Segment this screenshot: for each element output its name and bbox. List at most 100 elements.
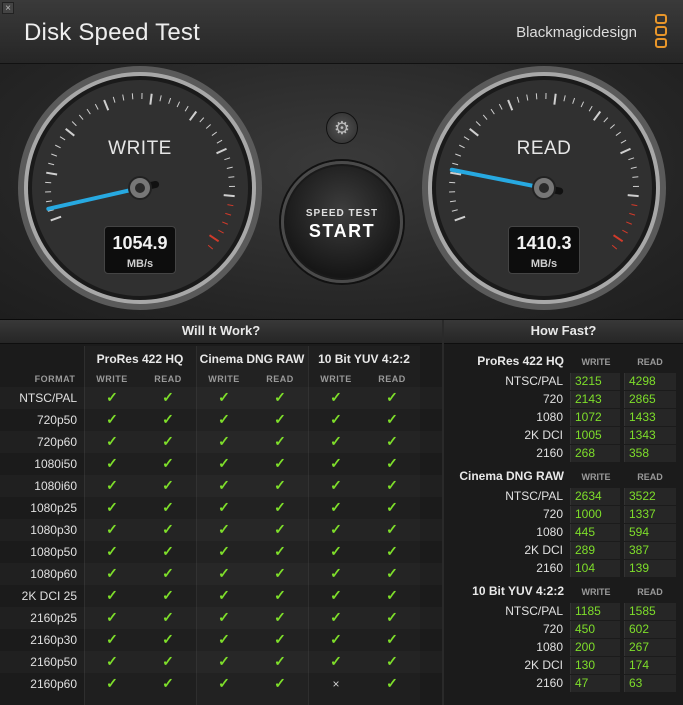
how-fast-row: NTSC/PAL 1185 1585 bbox=[444, 602, 683, 620]
supported-check-icon: ✓ bbox=[386, 587, 398, 603]
how-fast-row: NTSC/PAL 3215 4298 bbox=[444, 372, 683, 390]
how-fast-group-name: ProRes 422 HQ bbox=[477, 354, 564, 368]
supported-check-icon: ✓ bbox=[162, 499, 174, 515]
supported-check-icon: ✓ bbox=[106, 433, 118, 449]
brand-logo-icon bbox=[655, 14, 669, 52]
supported-check-icon: ✓ bbox=[274, 631, 286, 647]
write-fps-value: 3215 bbox=[570, 373, 620, 390]
supported-check-icon: ✓ bbox=[106, 499, 118, 515]
supported-check-icon: ✓ bbox=[386, 521, 398, 537]
write-column-header: WRITE bbox=[96, 374, 128, 384]
supported-check-icon: ✓ bbox=[106, 675, 118, 691]
resolution-label: 2K DCI bbox=[524, 543, 563, 557]
how-fast-write-header: WRITE bbox=[581, 357, 611, 367]
supported-check-icon: ✓ bbox=[274, 477, 286, 493]
read-fps-value: 1337 bbox=[624, 506, 676, 523]
supported-check-icon: ✓ bbox=[106, 543, 118, 559]
supported-check-icon: ✓ bbox=[330, 587, 342, 603]
gauge-tick bbox=[632, 176, 639, 178]
resolution-label: 1080 bbox=[536, 525, 563, 539]
supported-check-icon: ✓ bbox=[162, 587, 174, 603]
close-button[interactable]: × bbox=[2, 2, 14, 14]
read-column-header: READ bbox=[378, 374, 406, 384]
table-row: 2160p30 ✓ ✓ ✓ ✓ ✓ ✓ bbox=[0, 629, 442, 651]
write-fps-value: 2143 bbox=[570, 391, 620, 408]
supported-check-icon: ✓ bbox=[274, 411, 286, 427]
resolution-label: NTSC/PAL bbox=[505, 374, 563, 388]
read-fps-value: 1433 bbox=[624, 409, 676, 426]
supported-check-icon: ✓ bbox=[218, 477, 230, 493]
gear-icon: ⚙ bbox=[333, 118, 351, 138]
title-bar: × Disk Speed Test Blackmagicdesign bbox=[0, 0, 683, 64]
supported-check-icon: ✓ bbox=[386, 609, 398, 625]
how-fast-group-name: 10 Bit YUV 4:2:2 bbox=[472, 584, 564, 598]
supported-check-icon: ✓ bbox=[330, 411, 342, 427]
supported-check-icon: ✓ bbox=[218, 543, 230, 559]
supported-check-icon: ✓ bbox=[218, 587, 230, 603]
start-button[interactable]: SPEED TEST START bbox=[281, 161, 403, 283]
how-fast-row: 720 1000 1337 bbox=[444, 505, 683, 523]
supported-check-icon: ✓ bbox=[386, 499, 398, 515]
how-fast-row: 1080 445 594 bbox=[444, 523, 683, 541]
format-group-name: Cinema DNG RAW bbox=[199, 352, 305, 366]
supported-check-icon: ✓ bbox=[274, 653, 286, 669]
how-fast-read-header: READ bbox=[637, 472, 663, 482]
supported-check-icon: ✓ bbox=[218, 455, 230, 471]
supported-check-icon: ✓ bbox=[162, 521, 174, 537]
supported-check-icon: ✓ bbox=[330, 565, 342, 581]
read-fps-value: 267 bbox=[624, 639, 676, 656]
how-fast-row: 2K DCI 1005 1343 bbox=[444, 426, 683, 444]
format-name: 2160p30 bbox=[30, 633, 77, 647]
read-speed-value: 1410.3 bbox=[516, 233, 572, 253]
format-name: 1080p50 bbox=[30, 545, 77, 559]
write-fps-value: 47 bbox=[570, 675, 620, 692]
write-gauge: WRITE 1054.9 MB/s bbox=[12, 64, 268, 320]
supported-check-icon: ✓ bbox=[330, 543, 342, 559]
supported-check-icon: ✓ bbox=[330, 477, 342, 493]
supported-check-icon: ✓ bbox=[162, 543, 174, 559]
settings-button[interactable]: ⚙ bbox=[326, 112, 358, 144]
supported-check-icon: ✓ bbox=[106, 521, 118, 537]
read-gauge: READ 1410.3 MB/s bbox=[416, 64, 672, 320]
supported-check-icon: ✓ bbox=[218, 499, 230, 515]
read-fps-value: 1343 bbox=[624, 427, 676, 444]
table-row: 2160p50 ✓ ✓ ✓ ✓ ✓ ✓ bbox=[0, 651, 442, 673]
how-fast-row: 2160 268 358 bbox=[444, 444, 683, 462]
format-name: 1080i50 bbox=[34, 457, 77, 471]
write-gauge-dial bbox=[18, 66, 262, 310]
supported-check-icon: ✓ bbox=[106, 411, 118, 427]
how-fast-row: NTSC/PAL 2634 3522 bbox=[444, 487, 683, 505]
supported-check-icon: ✓ bbox=[162, 477, 174, 493]
read-column-header: READ bbox=[266, 374, 294, 384]
write-column-header: WRITE bbox=[320, 374, 352, 384]
resolution-label: 2160 bbox=[536, 676, 563, 690]
start-button-sublabel: SPEED TEST bbox=[305, 208, 379, 219]
write-fps-value: 1000 bbox=[570, 506, 620, 523]
gauge-hub-center bbox=[539, 183, 549, 193]
table-row: 1080p60 ✓ ✓ ✓ ✓ ✓ ✓ bbox=[0, 563, 442, 585]
write-fps-value: 1072 bbox=[570, 409, 620, 426]
supported-check-icon: ✓ bbox=[386, 455, 398, 471]
supported-check-icon: ✓ bbox=[218, 433, 230, 449]
resolution-label: NTSC/PAL bbox=[505, 489, 563, 503]
write-fps-value: 268 bbox=[570, 445, 620, 462]
supported-check-icon: ✓ bbox=[218, 565, 230, 581]
gauge-hub-center bbox=[135, 183, 145, 193]
supported-check-icon: ✓ bbox=[274, 565, 286, 581]
supported-check-icon: ✓ bbox=[218, 609, 230, 625]
read-fps-value: 3522 bbox=[624, 488, 676, 505]
app-title: Disk Speed Test bbox=[24, 19, 200, 46]
supported-check-icon: ✓ bbox=[330, 433, 342, 449]
read-gauge-label: READ bbox=[516, 138, 572, 159]
supported-check-icon: ✓ bbox=[162, 653, 174, 669]
supported-check-icon: ✓ bbox=[106, 587, 118, 603]
supported-check-icon: ✓ bbox=[330, 653, 342, 669]
write-fps-value: 104 bbox=[570, 560, 620, 577]
write-gauge-label: WRITE bbox=[108, 138, 172, 159]
supported-check-icon: ✓ bbox=[274, 433, 286, 449]
supported-check-icon: ✓ bbox=[330, 609, 342, 625]
supported-check-icon: ✓ bbox=[386, 675, 398, 691]
supported-check-icon: ✓ bbox=[386, 411, 398, 427]
read-fps-value: 139 bbox=[624, 560, 676, 577]
supported-check-icon: ✓ bbox=[386, 631, 398, 647]
